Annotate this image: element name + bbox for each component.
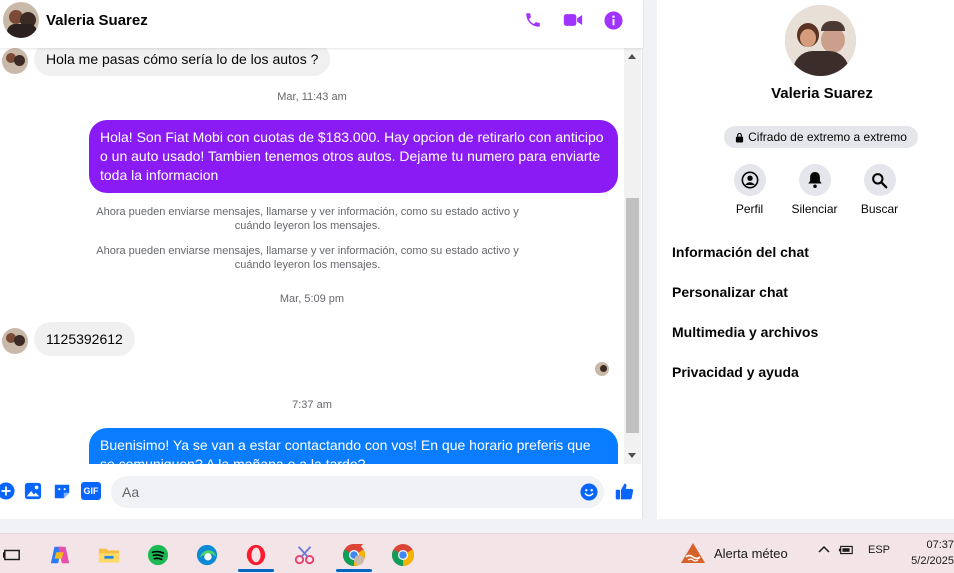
profile-button[interactable]: Perfil xyxy=(730,164,769,216)
phone-icon[interactable] xyxy=(523,10,543,30)
contact-name[interactable]: Valeria Suarez xyxy=(46,12,148,29)
outgoing-message[interactable]: Hola! Son Fiat Mobi con cuotas de $183.0… xyxy=(89,120,618,193)
menu-chat-info[interactable]: Información del chat xyxy=(672,240,818,280)
message-list[interactable]: Hola me pasas cómo sería lo de los autos… xyxy=(0,48,624,464)
search-button[interactable]: Buscar xyxy=(860,164,899,216)
search-label: Buscar xyxy=(860,202,899,216)
bell-icon xyxy=(807,172,822,188)
contact-avatar-small xyxy=(2,328,28,354)
profile-avatar[interactable] xyxy=(785,5,856,76)
incoming-message[interactable]: 1125392612 xyxy=(34,322,135,356)
edge-icon[interactable] xyxy=(187,538,227,572)
composer: GIF xyxy=(0,470,643,514)
system-notice: Ahora pueden enviarse mensajes, llamarse… xyxy=(96,206,519,232)
plus-icon[interactable] xyxy=(0,482,15,500)
profile-icon xyxy=(741,171,758,189)
weather-widget[interactable]: Alerta méteo xyxy=(680,542,788,564)
message-scrollbar[interactable] xyxy=(624,48,641,464)
message-timestamp: Mar, 11:43 am xyxy=(277,91,347,103)
emoji-icon[interactable] xyxy=(580,483,598,506)
opera-icon[interactable] xyxy=(236,538,276,572)
snipping-tool-icon[interactable] xyxy=(285,538,325,572)
task-view-icon[interactable] xyxy=(0,538,32,572)
message-timestamp: Mar, 5:09 pm xyxy=(279,293,345,305)
image-icon[interactable] xyxy=(24,482,42,500)
clock-time: 07:37 xyxy=(926,539,954,551)
menu-privacy-help[interactable]: Privacidad y ayuda xyxy=(672,360,818,400)
chat-header: Valeria Suarez xyxy=(0,0,643,48)
message-input-box[interactable] xyxy=(111,476,604,508)
message-input[interactable] xyxy=(122,484,562,500)
scroll-down-arrow[interactable] xyxy=(628,453,636,458)
chevron-up-icon[interactable] xyxy=(818,544,830,556)
read-receipt-avatar xyxy=(595,362,609,376)
battery-icon[interactable] xyxy=(838,544,854,556)
gif-icon[interactable]: GIF xyxy=(81,482,101,500)
language-indicator[interactable]: ESP xyxy=(868,544,890,556)
encryption-badge[interactable]: Cifrado de extremo a extremo xyxy=(724,126,918,148)
profile-name: Valeria Suarez xyxy=(771,85,873,102)
outgoing-message[interactable]: Buenisimo! Ya se van a estar contactando… xyxy=(89,428,618,464)
weather-alert-icon xyxy=(681,543,705,563)
chrome-profile-icon[interactable] xyxy=(334,538,374,572)
clock-date: 5/2/2025 xyxy=(911,555,954,567)
contact-avatar-small xyxy=(2,48,28,74)
system-notice: Ahora pueden enviarse mensajes, llamarse… xyxy=(96,245,519,271)
file-explorer-icon[interactable] xyxy=(89,538,129,572)
video-icon[interactable] xyxy=(563,10,583,30)
mute-button[interactable]: Silenciar xyxy=(791,164,838,216)
scroll-up-arrow[interactable] xyxy=(628,54,636,59)
clock[interactable]: 07:37 5/2/2025 xyxy=(900,537,954,569)
search-icon xyxy=(872,172,888,188)
taskbar: Alerta méteo ESP 07:37 5/2/2025 xyxy=(0,533,954,573)
incoming-message[interactable]: Hola me pasas cómo sería lo de los autos… xyxy=(34,48,331,76)
scroll-thumb[interactable] xyxy=(626,198,639,433)
encryption-label: Cifrado de extremo a extremo xyxy=(748,130,907,144)
copilot-icon[interactable] xyxy=(40,538,80,572)
chat-info-panel: Valeria Suarez Cifrado de extremo a extr… xyxy=(657,0,954,519)
menu-customize-chat[interactable]: Personalizar chat xyxy=(672,280,818,320)
message-timestamp: 7:37 am xyxy=(292,399,332,411)
thumbs-up-icon[interactable] xyxy=(613,480,635,502)
lock-icon xyxy=(736,132,744,142)
mute-label: Silenciar xyxy=(791,202,838,216)
chrome-icon[interactable] xyxy=(383,538,423,572)
contact-avatar[interactable] xyxy=(3,2,39,38)
system-tray: ESP xyxy=(818,544,890,556)
weather-label: Alerta méteo xyxy=(714,545,788,561)
menu-media-files[interactable]: Multimedia y archivos xyxy=(672,320,818,360)
gif-label: GIF xyxy=(81,482,101,500)
spotify-icon[interactable] xyxy=(138,538,178,572)
profile-label: Perfil xyxy=(735,202,764,216)
info-icon[interactable] xyxy=(603,10,623,30)
chat-panel: Valeria Suarez Hola me pasas cómo sería … xyxy=(0,0,643,519)
sticker-icon[interactable] xyxy=(53,482,71,500)
